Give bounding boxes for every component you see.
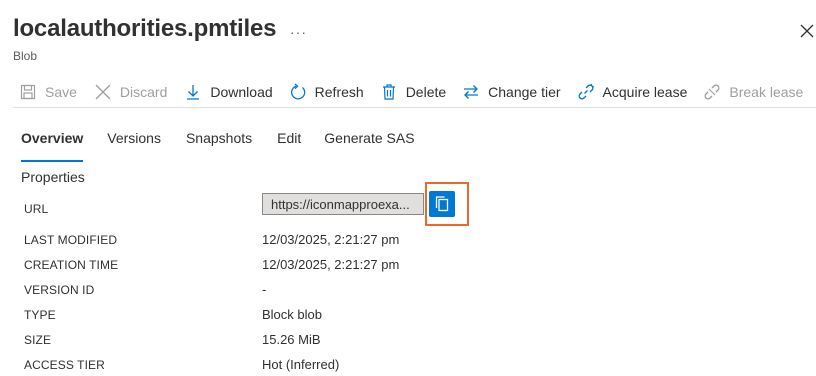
access-tier-value: Hot (Inferred) — [262, 357, 340, 372]
broken-link-icon — [703, 83, 721, 101]
download-button[interactable]: Download — [184, 78, 273, 106]
type-value: Block blob — [262, 307, 322, 322]
last-modified-label: LAST MODIFIED — [24, 233, 118, 247]
discard-label: Discard — [119, 83, 168, 100]
change-tier-label: Change tier — [488, 83, 561, 100]
version-id-value: - — [262, 282, 267, 297]
command-bar: Save Discard Download Refresh Delete Cha… — [13, 76, 816, 108]
acquire-lease-label: Acquire lease — [602, 83, 688, 100]
tab-overview[interactable]: Overview — [21, 130, 84, 162]
discard-icon — [94, 83, 112, 101]
tab-snapshots[interactable]: Snapshots — [186, 130, 252, 154]
type-label: TYPE — [24, 308, 56, 322]
acquire-lease-button[interactable]: Acquire lease — [577, 78, 688, 106]
swap-arrows-icon — [462, 83, 480, 101]
url-field[interactable]: https://iconmapproexa... — [262, 193, 424, 215]
copy-url-button[interactable] — [429, 191, 455, 217]
refresh-icon — [289, 83, 307, 101]
discard-button[interactable]: Discard — [94, 78, 167, 106]
tab-versions[interactable]: Versions — [107, 130, 161, 154]
size-value: 15.26 MiB — [262, 332, 321, 347]
creation-time-value: 12/03/2025, 2:21:27 pm — [262, 257, 400, 272]
download-icon — [184, 83, 202, 101]
refresh-button[interactable]: Refresh — [289, 78, 364, 106]
version-id-label: VERSION ID — [24, 283, 95, 297]
url-label: URL — [24, 202, 49, 216]
title-more-menu[interactable]: ··· — [290, 24, 307, 40]
change-tier-button[interactable]: Change tier — [462, 78, 561, 106]
delete-button[interactable]: Delete — [380, 78, 446, 106]
last-modified-value: 12/03/2025, 2:21:27 pm — [262, 232, 400, 247]
page-subtitle: Blob — [13, 49, 38, 63]
download-label: Download — [210, 83, 273, 100]
save-button[interactable]: Save — [19, 78, 77, 106]
tab-bar: Overview Versions Snapshots Edit Generat… — [21, 130, 415, 162]
trash-icon — [380, 83, 398, 101]
delete-label: Delete — [405, 83, 447, 100]
break-lease-label: Break lease — [729, 83, 804, 100]
creation-time-label: CREATION TIME — [24, 258, 119, 272]
save-label: Save — [45, 83, 77, 100]
close-icon — [800, 24, 814, 38]
tab-edit[interactable]: Edit — [277, 130, 301, 154]
page-title: localauthorities.pmtiles — [13, 15, 277, 42]
link-icon — [577, 83, 595, 101]
save-icon — [19, 83, 37, 101]
copy-icon — [435, 196, 449, 212]
close-button[interactable] — [800, 24, 816, 40]
size-label: SIZE — [24, 333, 52, 347]
access-tier-label: ACCESS TIER — [24, 358, 105, 372]
tab-generate-sas[interactable]: Generate SAS — [324, 130, 414, 154]
properties-heading: Properties — [21, 169, 85, 185]
break-lease-button[interactable]: Break lease — [703, 78, 803, 106]
refresh-label: Refresh — [314, 83, 364, 100]
